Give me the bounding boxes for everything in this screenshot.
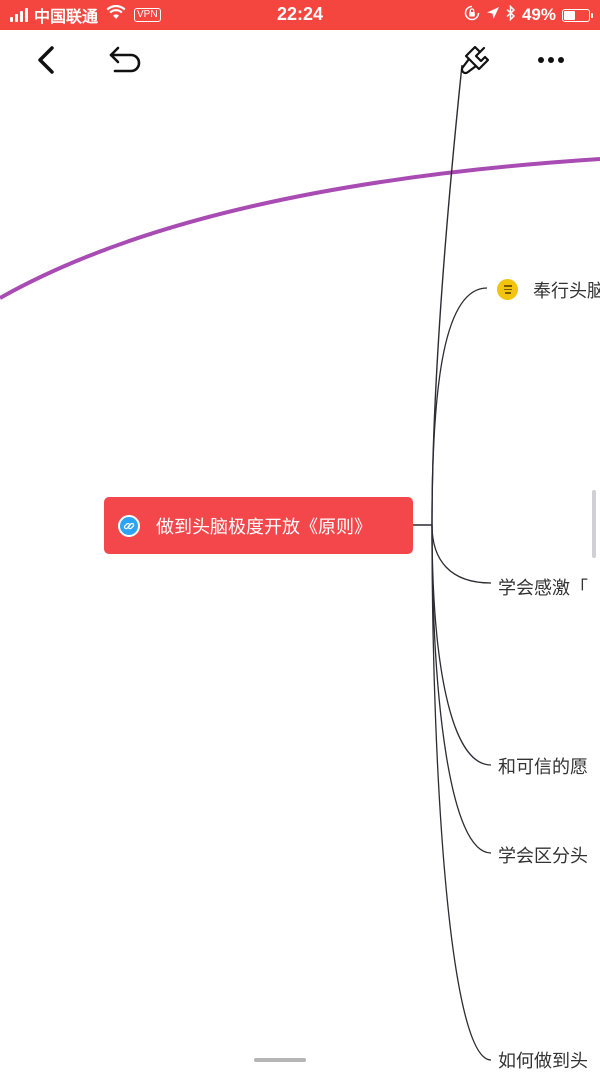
child-topic-1[interactable]: 奉行头脑 (533, 277, 600, 303)
battery-percent: 49% (521, 5, 556, 24)
main-branch-line (431, 64, 463, 526)
connector-child-2 (431, 524, 492, 584)
connector-child-4 (431, 524, 492, 854)
connector-child-5 (431, 524, 492, 1061)
central-topic-label: 做到头脑极度开放《原则》 (156, 516, 372, 538)
child-topic-4[interactable]: 学会区分头 (498, 842, 588, 868)
paintbrush-icon (460, 45, 490, 75)
status-bar: 中国联通 VPN 22:24 49% (0, 0, 600, 30)
link-icon[interactable] (118, 514, 140, 537)
chevron-left-icon (38, 46, 54, 74)
child-topic-5[interactable]: 如何做到头 (498, 1047, 588, 1073)
more-button[interactable] (531, 40, 571, 80)
scrollbar[interactable] (592, 490, 596, 558)
undo-icon (109, 46, 141, 73)
battery-fill (564, 10, 576, 20)
back-button[interactable] (26, 40, 66, 80)
style-button[interactable] (455, 40, 495, 80)
child-topic-3[interactable]: 和可信的愿 (498, 753, 588, 779)
location-icon (486, 6, 500, 25)
note-icon[interactable] (497, 279, 518, 300)
home-indicator[interactable] (254, 1058, 306, 1062)
orientation-lock-icon (464, 5, 480, 26)
battery-icon (562, 8, 593, 22)
more-horizontal-icon (538, 57, 564, 63)
main-branch-arc (0, 157, 600, 300)
undo-button[interactable] (105, 40, 145, 80)
status-right: 49% (464, 4, 593, 26)
child-topic-2[interactable]: 学会感激「 (498, 574, 588, 600)
bluetooth-icon (506, 4, 516, 26)
central-topic-node[interactable]: 做到头脑极度开放《原则》 (104, 497, 413, 554)
